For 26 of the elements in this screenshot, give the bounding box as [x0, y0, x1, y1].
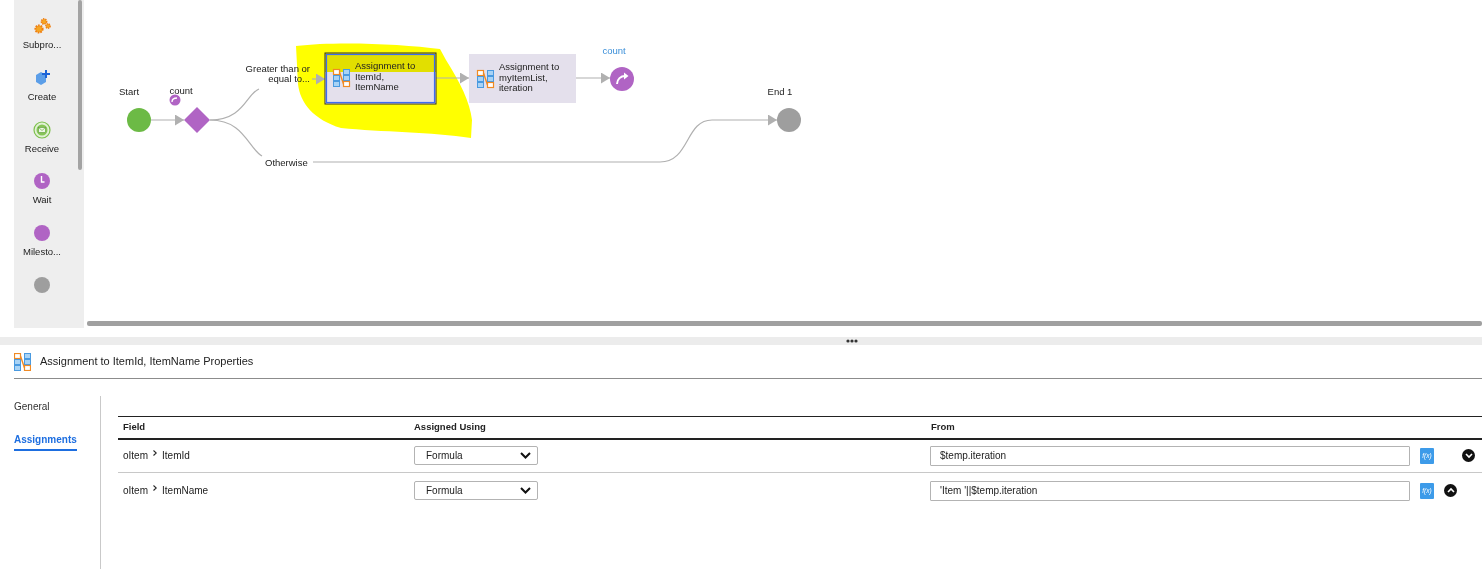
column-header: Assigned Using	[409, 416, 926, 439]
panel-title: Assignment to ItemId, ItemName Properties	[40, 354, 254, 370]
palette-item[interactable]: Receive	[24, 120, 60, 173]
tab[interactable]: Assignments	[14, 434, 77, 451]
palette-item[interactable]: Subpro...	[22, 17, 62, 69]
node-label: End 1	[767, 86, 793, 97]
palette-item[interactable]: Milesto...	[23, 224, 61, 277]
dropdown[interactable]: Formula	[414, 481, 538, 501]
object-name: oItem	[123, 449, 148, 464]
column-header: Field	[118, 416, 409, 439]
formula-field[interactable]: $temp.iteration	[930, 445, 1410, 466]
field-name: ItemId	[162, 449, 190, 464]
column-header: From	[926, 416, 1415, 439]
node-label: Assignment to myItemList, iteration	[499, 61, 560, 93]
formula-field[interactable]: 'Item '||$temp.iteration	[930, 480, 1410, 501]
node-label: count	[169, 85, 193, 96]
node-label: Assignment to ItemId, ItemName	[355, 60, 416, 92]
branch-label: Otherwise	[265, 157, 308, 168]
tab[interactable]: General	[14, 401, 50, 415]
dropdown[interactable]: Formula	[414, 446, 538, 466]
object-name: oItem	[123, 484, 148, 499]
node-label: count	[602, 45, 626, 56]
field-name: ItemName	[162, 484, 209, 499]
palette-item[interactable]: Wait	[32, 172, 52, 225]
node-label: Start	[118, 86, 140, 97]
palette-item[interactable]: Create	[27, 68, 57, 121]
